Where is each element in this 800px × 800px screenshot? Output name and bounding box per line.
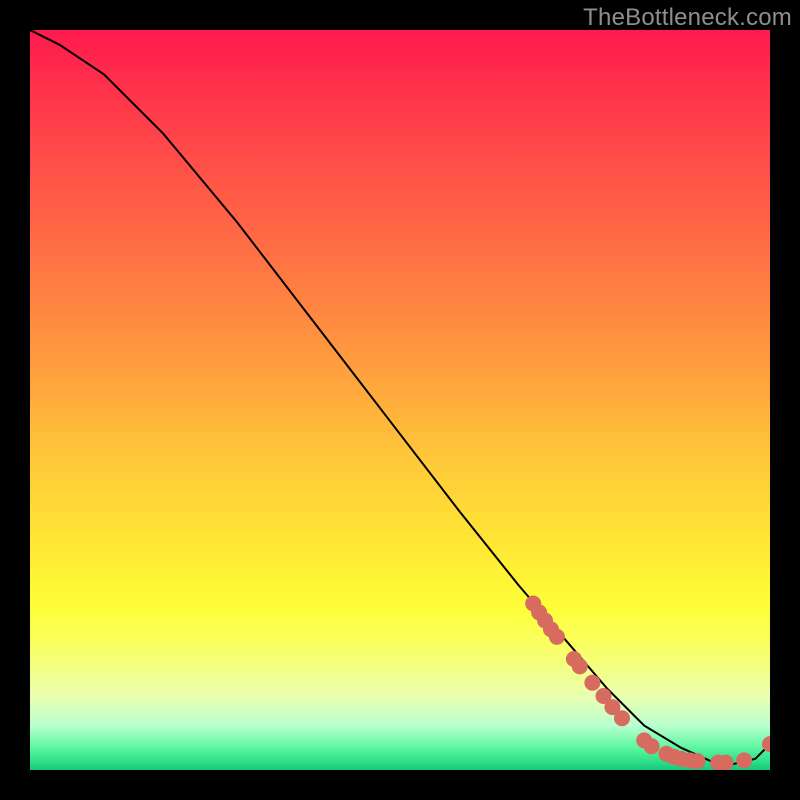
data-point	[690, 753, 706, 769]
data-point	[572, 658, 588, 674]
data-point	[644, 738, 660, 754]
plot-area	[30, 30, 770, 770]
data-point	[584, 675, 600, 691]
marker-group	[525, 596, 770, 771]
data-point	[718, 755, 734, 770]
data-point	[614, 710, 630, 726]
data-point	[736, 752, 752, 768]
data-point	[549, 629, 565, 645]
chart-stage: TheBottleneck.com	[0, 0, 800, 800]
curve-line	[30, 30, 770, 764]
curve-layer	[30, 30, 770, 770]
watermark-text: TheBottleneck.com	[583, 4, 792, 32]
